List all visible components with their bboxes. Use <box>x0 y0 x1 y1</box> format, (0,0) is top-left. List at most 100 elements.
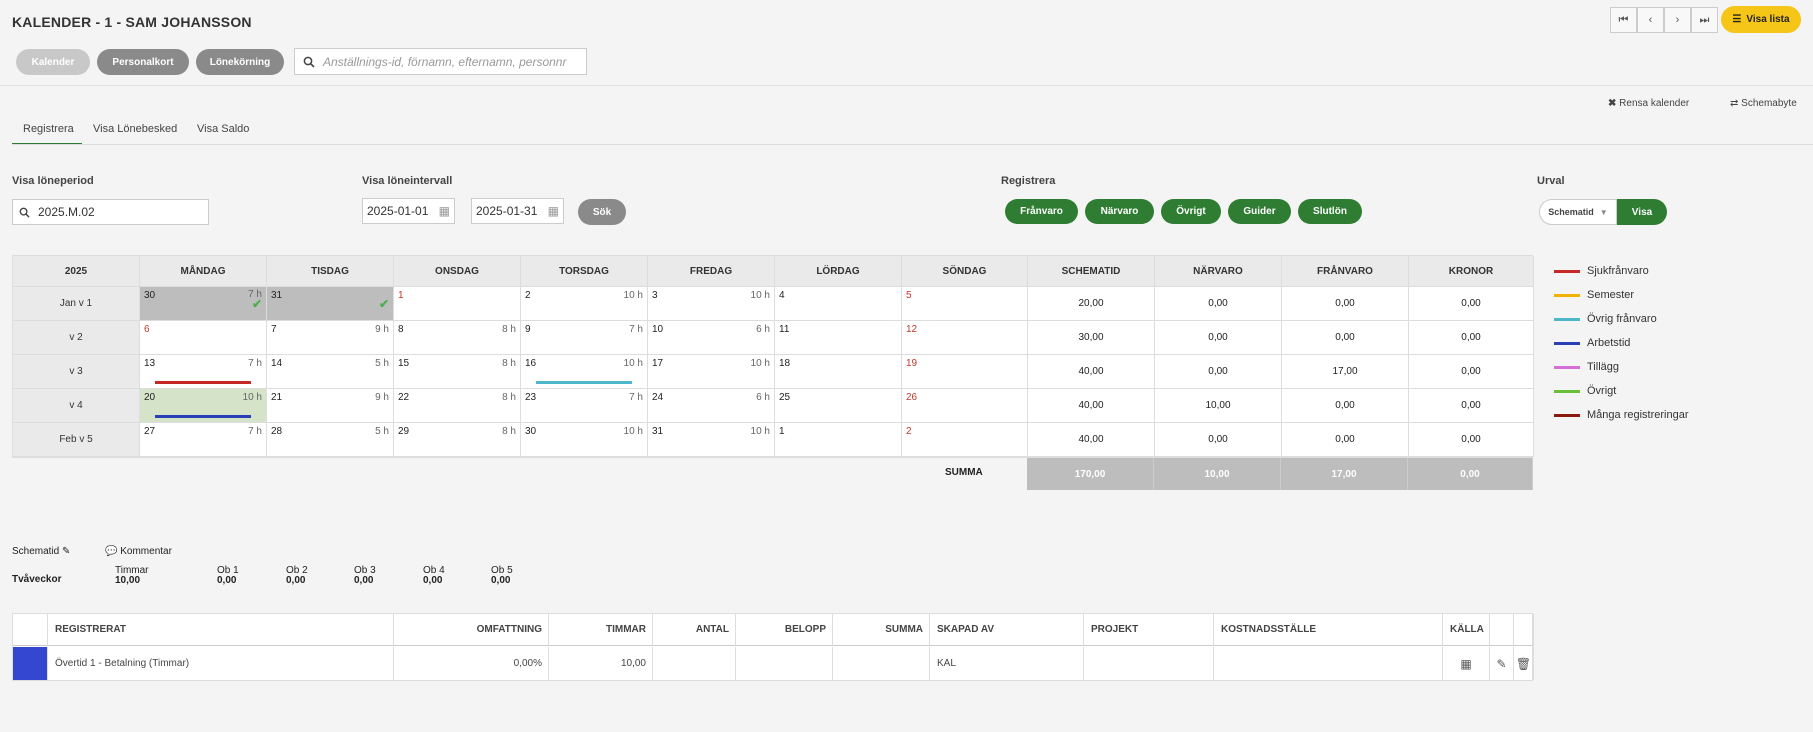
calendar-day[interactable]: 20 10 h <box>140 389 267 423</box>
calendar-day[interactable]: 17 10 h <box>648 355 775 389</box>
calendar-day[interactable]: 12 <box>902 321 1028 355</box>
narvaro-button[interactable]: Närvaro <box>1085 199 1154 224</box>
calendar-day[interactable]: 1 <box>775 423 902 457</box>
day-hours: 8 h <box>502 392 516 403</box>
tab-registrera[interactable]: Registrera <box>23 123 74 135</box>
schema-col-value: 0,00 <box>491 575 511 586</box>
rensa-label: Rensa kalender <box>1619 98 1690 109</box>
table-header-cell: KÄLLA <box>1443 614 1490 646</box>
calendar-day[interactable]: 31 10 h <box>648 423 775 457</box>
day-number: 12 <box>906 324 918 335</box>
calendar-day[interactable]: 18 <box>775 355 902 389</box>
schemabyte-label: Schemabyte <box>1741 98 1797 109</box>
calendar-day[interactable]: 29 8 h <box>394 423 521 457</box>
ovrigt-button[interactable]: Övrigt <box>1161 199 1221 224</box>
schemabyte-link[interactable]: ⇄ Schemabyte <box>1730 98 1797 109</box>
calendar-day[interactable]: 2 <box>902 423 1028 457</box>
calendar-day[interactable]: 23 7 h <box>521 389 648 423</box>
guider-button[interactable]: Guider <box>1228 199 1291 224</box>
week-sum: 0,00 <box>1155 355 1282 389</box>
calendar-day[interactable]: 4 <box>775 287 902 321</box>
day-hours: 10 h <box>623 426 643 437</box>
calendar-day[interactable]: 9 7 h <box>521 321 648 355</box>
calendar-day[interactable]: 5 <box>902 287 1028 321</box>
first-icon: ⏮ <box>1618 13 1629 26</box>
kommentar-link[interactable]: 💬 Kommentar <box>105 546 172 557</box>
calendar-day[interactable]: 6 <box>140 321 267 355</box>
urval-visa-button[interactable]: Visa <box>1617 199 1667 225</box>
period-input[interactable]: 2025.M.02 <box>12 199 209 225</box>
pill-kalender[interactable]: Kalender <box>16 49 90 75</box>
tab-lonebesked[interactable]: Visa Lönebesked <box>93 123 177 135</box>
calendar-day[interactable]: 8 8 h <box>394 321 521 355</box>
week-sum: 40,00 <box>1028 389 1155 423</box>
search-button[interactable]: Sök <box>578 199 626 225</box>
legend-label: Sjukfrånvaro <box>1587 265 1649 277</box>
calendar-day[interactable]: 2 10 h <box>521 287 648 321</box>
table-cell: Övertid 1 - Betalning (Timmar) <box>48 647 394 680</box>
legend-label: Övrigt <box>1587 385 1617 397</box>
visa-lista-button[interactable]: ☰ Visa lista <box>1721 6 1801 33</box>
date-from-input[interactable]: 2025-01-01 ▦ <box>362 198 455 224</box>
check-icon: ✔ <box>251 297 262 311</box>
calendar-day[interactable]: 31 ✔ <box>267 287 394 321</box>
calendar-day[interactable]: 15 8 h <box>394 355 521 389</box>
tab-divider <box>12 144 1813 145</box>
page-title: KALENDER - 1 - SAM JOHANSSON <box>12 14 252 30</box>
calendar-day[interactable]: 30 7 h ✔ <box>140 287 267 321</box>
calendar-day[interactable]: 24 6 h <box>648 389 775 423</box>
trash-icon[interactable]: 🗑 <box>1516 657 1531 671</box>
calendar-day[interactable]: 1 <box>394 287 521 321</box>
calendar-day[interactable]: 27 7 h <box>140 423 267 457</box>
tab-saldo[interactable]: Visa Saldo <box>197 123 249 135</box>
table-header-cell <box>1514 614 1534 646</box>
calendar-day[interactable]: 25 <box>775 389 902 423</box>
table-cell: ✎ <box>1490 647 1514 680</box>
week-sum: 0,00 <box>1409 355 1534 389</box>
schema-col-value: 0,00 <box>423 575 443 586</box>
calendar-icon[interactable]: ▦ <box>1460 657 1471 671</box>
schematid-link[interactable]: Schematid ✎ <box>12 546 70 557</box>
day-number: 30 <box>144 290 156 301</box>
rensa-kalender-link[interactable]: ✖ Rensa kalender <box>1608 98 1689 109</box>
week-sum: 10,00 <box>1155 389 1282 423</box>
calendar-day[interactable]: 7 9 h <box>267 321 394 355</box>
calendar-day[interactable]: 3 10 h <box>648 287 775 321</box>
table-cell <box>833 647 930 680</box>
date-to-input[interactable]: 2025-01-31 ▦ <box>471 198 564 224</box>
sum-header: NÄRVARO <box>1155 256 1282 287</box>
pill-lonekorning[interactable]: Lönekörning <box>196 49 284 75</box>
pill-personalkort[interactable]: Personalkort <box>97 49 189 75</box>
calendar-day[interactable]: 16 10 h <box>521 355 648 389</box>
calendar-day[interactable]: 28 5 h <box>267 423 394 457</box>
total-sum: 17,00 <box>1281 458 1408 490</box>
prev-page-button[interactable]: ‹ <box>1637 7 1664 33</box>
edit-icon: ✎ <box>62 546 71 557</box>
first-page-button[interactable]: ⏮ <box>1610 7 1637 33</box>
calendar-day[interactable]: 11 <box>775 321 902 355</box>
calendar-day[interactable]: 10 6 h <box>648 321 775 355</box>
calendar-day[interactable]: 13 7 h <box>140 355 267 389</box>
table-cell: KAL <box>930 647 1084 680</box>
last-page-button[interactable]: ⏭ <box>1691 7 1718 33</box>
legend-label: Övrig frånvaro <box>1587 313 1657 325</box>
calendar-day[interactable]: 26 <box>902 389 1028 423</box>
edit-icon[interactable]: ✎ <box>1496 657 1506 671</box>
week-sum: 0,00 <box>1409 423 1534 457</box>
calendar-day[interactable]: 19 <box>902 355 1028 389</box>
day-number: 29 <box>398 426 410 437</box>
calendar-day[interactable]: 30 10 h <box>521 423 648 457</box>
slutlon-button[interactable]: Slutlön <box>1298 199 1362 224</box>
day-number: 16 <box>525 358 537 369</box>
calendar-day[interactable]: 22 8 h <box>394 389 521 423</box>
franvaro-button[interactable]: Frånvaro <box>1005 199 1078 224</box>
close-icon: ✖ <box>1608 98 1617 109</box>
next-page-button[interactable]: › <box>1664 7 1691 33</box>
employee-search-input[interactable]: Anställnings-id, förnamn, efternamn, per… <box>294 48 587 75</box>
day-hours: 7 h <box>248 358 262 369</box>
day-hours: 10 h <box>623 358 643 369</box>
calendar-day[interactable]: 14 5 h <box>267 355 394 389</box>
urval-select[interactable]: Schematid ▼ <box>1539 199 1617 225</box>
calendar-day[interactable]: 21 9 h <box>267 389 394 423</box>
day-hours: 7 h <box>248 426 262 437</box>
